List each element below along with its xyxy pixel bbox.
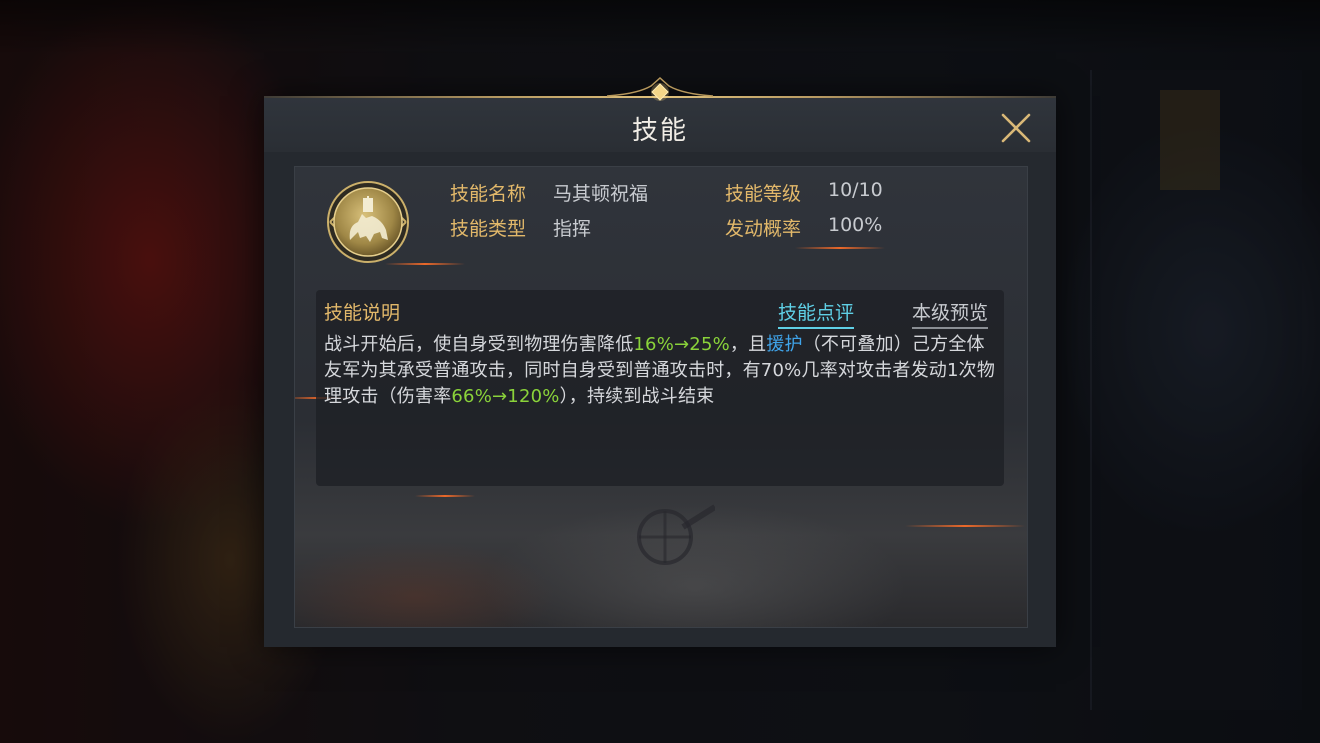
skill-name-label: 技能名称	[450, 183, 527, 205]
dialog-title-bar: 技能	[264, 98, 1056, 152]
skill-type-value: 指挥	[553, 218, 592, 240]
damage-reduction-value: 16%→25%	[633, 334, 730, 355]
cavalry-emblem-icon	[327, 181, 409, 263]
skill-level-value: 10/10	[828, 179, 883, 201]
trigger-chance-label: 发动概率	[725, 218, 802, 240]
close-icon	[1001, 113, 1031, 143]
diamond-ornament-icon	[607, 76, 713, 101]
description-text: 战斗开始后，使自身受到物理伤害降低16%→25%，且援护（不可叠加）己方全体友军…	[324, 332, 996, 410]
skill-name-value: 马其顿祝福	[553, 183, 649, 205]
damage-rate-value: 66%→120%	[451, 386, 560, 407]
skill-dialog: 技能 技能名称 马其顿祝福 技能等级 10/10 技能类型 指挥 发动概率 10…	[264, 76, 1056, 647]
tab-level-preview[interactable]: 本级预览	[912, 298, 989, 329]
trigger-chance-value: 100%	[828, 214, 883, 236]
description-segment: ，且	[729, 334, 767, 355]
skill-level-label: 技能等级	[725, 183, 802, 205]
ember-spark	[795, 247, 885, 249]
tab-skill-review[interactable]: 技能点评	[778, 298, 855, 329]
close-button[interactable]	[998, 110, 1034, 146]
description-header: 技能说明	[324, 302, 401, 324]
description-segment: 战斗开始后，使自身受到物理伤害降低	[324, 334, 634, 355]
ember-spark	[905, 525, 1025, 527]
ember-spark	[415, 495, 475, 497]
cannon-wheel-silhouette	[637, 504, 715, 565]
keyword-cover-link[interactable]: 援护	[766, 334, 802, 355]
skill-type-label: 技能类型	[450, 218, 527, 240]
description-segment: ），持续到战斗结束	[559, 386, 715, 407]
skill-description-panel: 技能说明 技能点评 本级预览 战斗开始后，使自身受到物理伤害降低16%→25%，…	[316, 290, 1004, 486]
dialog-title: 技能	[631, 116, 688, 146]
